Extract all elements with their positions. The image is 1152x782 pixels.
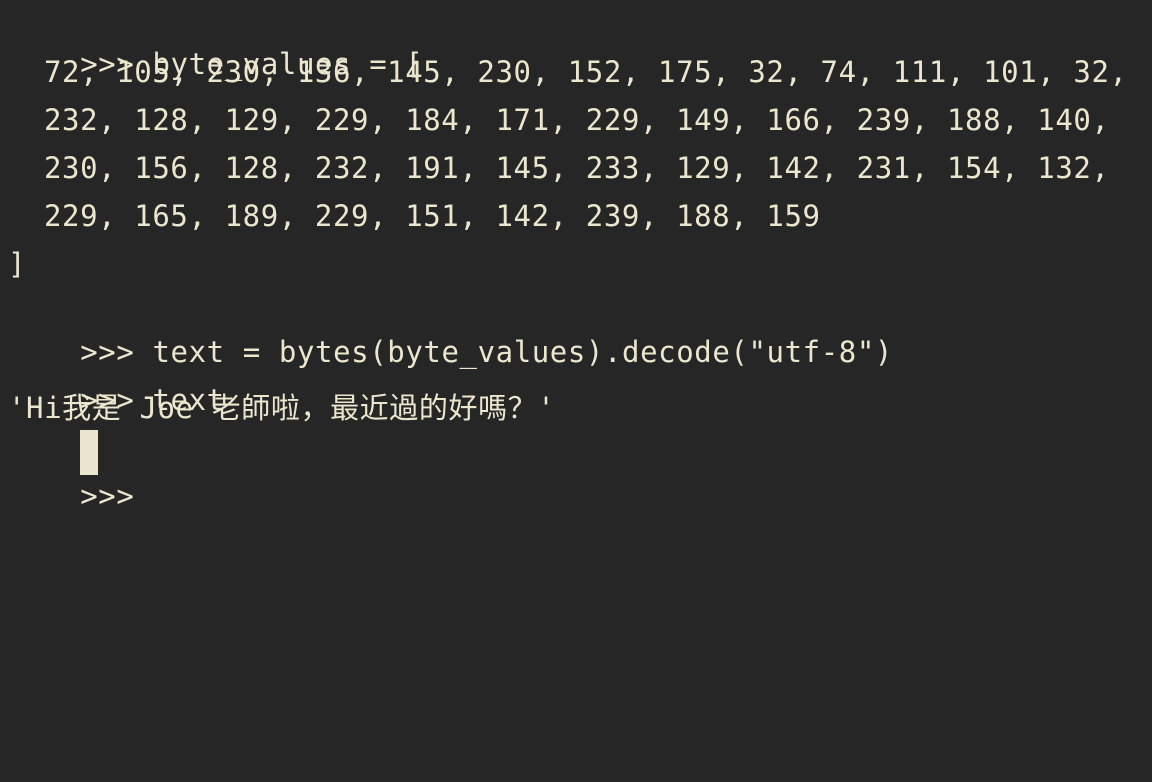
repl-input-line: >>> text = bytes(byte_values).decode("ut… — [8, 292, 893, 369]
continuation-line: 232, 128, 129, 229, 184, 171, 229, 149, … — [44, 103, 1110, 137]
closing-bracket-line: ] — [8, 247, 27, 281]
continuation-line: 230, 156, 128, 232, 191, 145, 233, 129, … — [44, 151, 1110, 185]
terminal-window[interactable]: >>> byte_values = [ 72, 105, 230, 136, 1… — [0, 0, 1152, 513]
text-cursor — [80, 430, 98, 475]
repl-input-line: >>> byte_values = [ — [8, 4, 423, 81]
repl-input-line: >>> text — [8, 340, 225, 417]
continuation-line: 72, 105, 230, 136, 145, 230, 152, 175, 3… — [44, 55, 1128, 89]
repl-command: text = bytes(byte_values).decode("utf-8"… — [152, 335, 893, 369]
continuation-line: 229, 165, 189, 229, 151, 142, 239, 188, … — [44, 199, 821, 233]
active-prompt-line[interactable]: >>> — [8, 436, 134, 513]
repl-prompt: >>> — [80, 479, 135, 513]
repl-output-line: 'Hi我是 Joe 老師啦，最近過的好嗎？' — [8, 391, 556, 425]
